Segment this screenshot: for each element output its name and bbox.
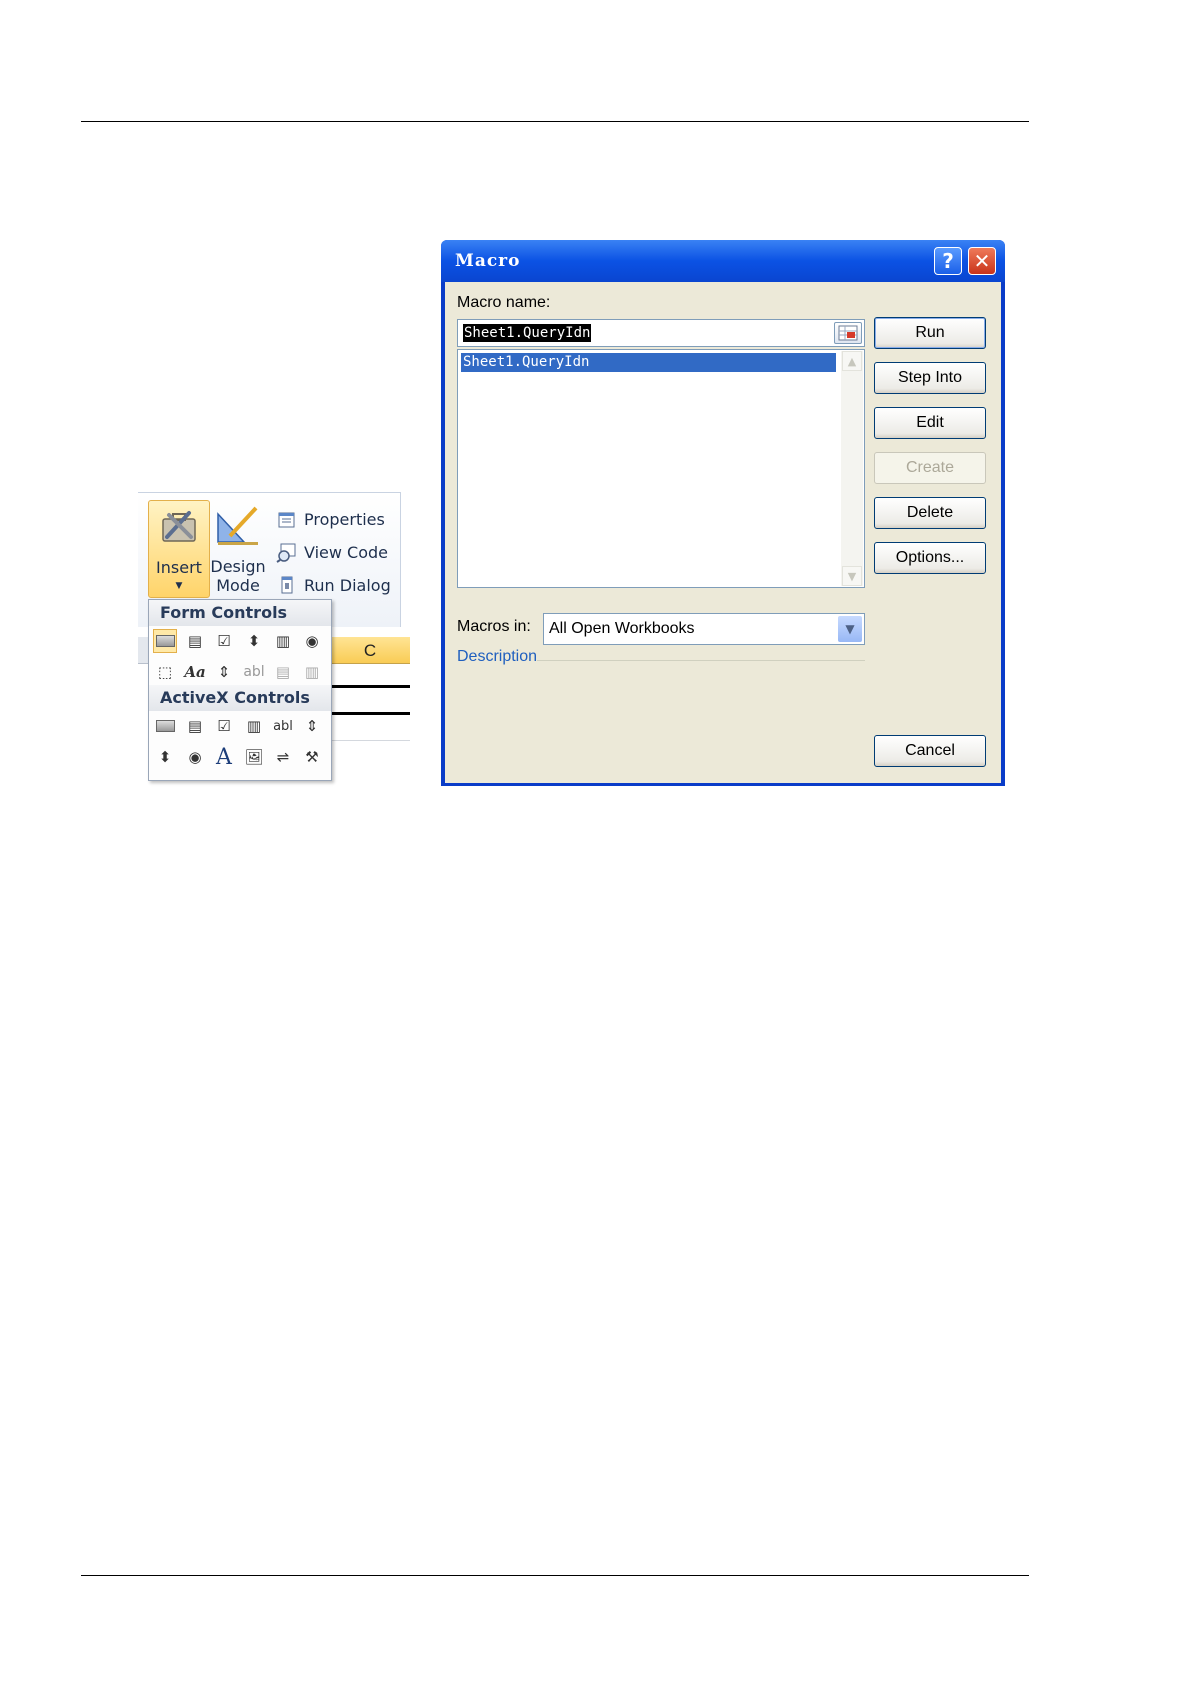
footer-rule [81, 1575, 1029, 1576]
form-spin-button-icon[interactable]: ⬍ [242, 629, 266, 653]
dialog-client-area: Macro name: Sheet1.QueryIdn Sheet1.Query… [445, 282, 1001, 783]
insert-controls-button[interactable]: Insert ▼ [148, 500, 210, 598]
run-dialog-label: Run Dialog [304, 575, 391, 595]
dialog-title: Macro [455, 251, 521, 271]
step-into-button[interactable]: Step Into [874, 362, 986, 394]
form-scroll-bar-icon[interactable]: ⇕ [212, 660, 236, 684]
help-icon: ? [942, 249, 954, 273]
activex-option-button-icon[interactable]: ◉ [183, 745, 207, 769]
form-controls-heading: Form Controls [149, 600, 331, 626]
header-rule [81, 121, 1029, 122]
macros-in-label: Macros in: [457, 618, 531, 635]
activex-spin-button-icon[interactable]: ⬍ [153, 745, 177, 769]
range-select-icon [838, 325, 858, 341]
form-text-field-icon: abl [243, 664, 265, 680]
chevron-down-icon[interactable]: ▼ [838, 616, 862, 642]
macro-name-value: Sheet1.QueryIdn [463, 324, 592, 342]
macro-name-label: Macro name: [457, 294, 551, 311]
activex-image-icon[interactable]: 🖼 [242, 745, 266, 769]
activex-controls-heading: ActiveX Controls [149, 685, 331, 711]
view-code-label: View Code [304, 542, 389, 562]
activex-scroll-bar-icon[interactable]: ⇕ [300, 714, 324, 738]
collapse-dialog-button[interactable] [834, 322, 862, 344]
description-label: Description [457, 648, 538, 665]
help-button[interactable]: ? [934, 247, 962, 275]
description-divider [537, 660, 865, 661]
row-header-area [138, 637, 148, 664]
form-option-button-icon[interactable]: ◉ [300, 629, 324, 653]
cancel-button[interactable]: Cancel [874, 735, 986, 767]
view-code-icon [276, 543, 296, 563]
macro-list-scrollbar[interactable]: ▲ ▼ [841, 351, 863, 586]
close-icon: ✕ [973, 249, 991, 273]
activex-toggle-button-icon[interactable]: ⇌ [271, 745, 295, 769]
scroll-up-icon[interactable]: ▲ [842, 351, 862, 371]
mode-label: Mode [216, 576, 260, 595]
insert-controls-dropdown: Form Controls ▤ ☑ ⬍ ▥ ◉ ⬚ Aa ⇕ abl ▤ ▥ A… [148, 599, 332, 781]
activex-command-button-icon[interactable] [153, 714, 177, 738]
design-ruler-icon [217, 506, 258, 545]
dialog-title-bar[interactable]: Macro ? ✕ [441, 240, 1005, 282]
options-button[interactable]: Options... [874, 542, 986, 574]
design-label: Design [210, 557, 266, 576]
cell-gridline [330, 740, 410, 741]
activex-check-box-icon[interactable]: ☑ [212, 714, 236, 738]
activex-combo-box-icon[interactable]: ▤ [183, 714, 207, 738]
form-group-box-icon[interactable]: ⬚ [153, 660, 177, 684]
form-combo-list-edit-icon: ▤ [275, 663, 291, 681]
scroll-down-icon[interactable]: ▼ [842, 566, 862, 586]
cell-border-line [330, 685, 410, 688]
more-controls-icon[interactable]: ⚒ [300, 745, 324, 769]
properties-button[interactable]: Properties [276, 506, 385, 532]
create-button: Create [874, 452, 986, 484]
close-button[interactable]: ✕ [968, 247, 996, 275]
form-combo-drop-down-edit-icon: ▥ [304, 663, 320, 681]
macro-dialog: Macro ? ✕ Macro name: Sheet1.QueryIdn Sh… [441, 240, 1005, 786]
form-button-control-icon[interactable] [153, 629, 177, 653]
run-dialog-icon [281, 576, 293, 594]
toolbox-icon [162, 511, 196, 542]
run-button[interactable]: Run [874, 317, 986, 349]
cell-border-line [330, 712, 410, 715]
properties-icon [278, 512, 295, 528]
form-combo-box-icon[interactable]: ▤ [183, 629, 207, 653]
delete-button[interactable]: Delete [874, 497, 986, 529]
insert-label: Insert [156, 558, 202, 577]
developer-ribbon-group: C Insert ▼ Design Mode Properties View C… [138, 492, 410, 781]
macros-in-select[interactable]: All Open Workbooks ▼ [543, 613, 865, 645]
macro-name-input[interactable]: Sheet1.QueryIdn [457, 319, 865, 347]
properties-label: Properties [304, 509, 385, 529]
activex-label-icon[interactable]: A [212, 745, 236, 770]
form-check-box-icon[interactable]: ☑ [212, 629, 236, 653]
macro-list[interactable]: Sheet1.QueryIdn ▲ ▼ [457, 349, 865, 588]
run-dialog-button[interactable]: Run Dialog [276, 572, 391, 598]
view-code-button[interactable]: View Code [276, 539, 388, 565]
design-mode-button[interactable]: Design Mode [208, 500, 268, 596]
column-header-c[interactable]: C [330, 637, 410, 664]
macro-list-item[interactable]: Sheet1.QueryIdn [461, 353, 836, 372]
activex-text-box-icon[interactable]: abl [271, 714, 295, 738]
edit-button[interactable]: Edit [874, 407, 986, 439]
chevron-down-icon: ▼ [175, 581, 183, 591]
macros-in-value: All Open Workbooks [549, 620, 695, 637]
activex-list-box-icon[interactable]: ▥ [242, 714, 266, 738]
form-label-icon[interactable]: Aa [183, 660, 207, 684]
form-list-box-icon[interactable]: ▥ [271, 629, 295, 653]
